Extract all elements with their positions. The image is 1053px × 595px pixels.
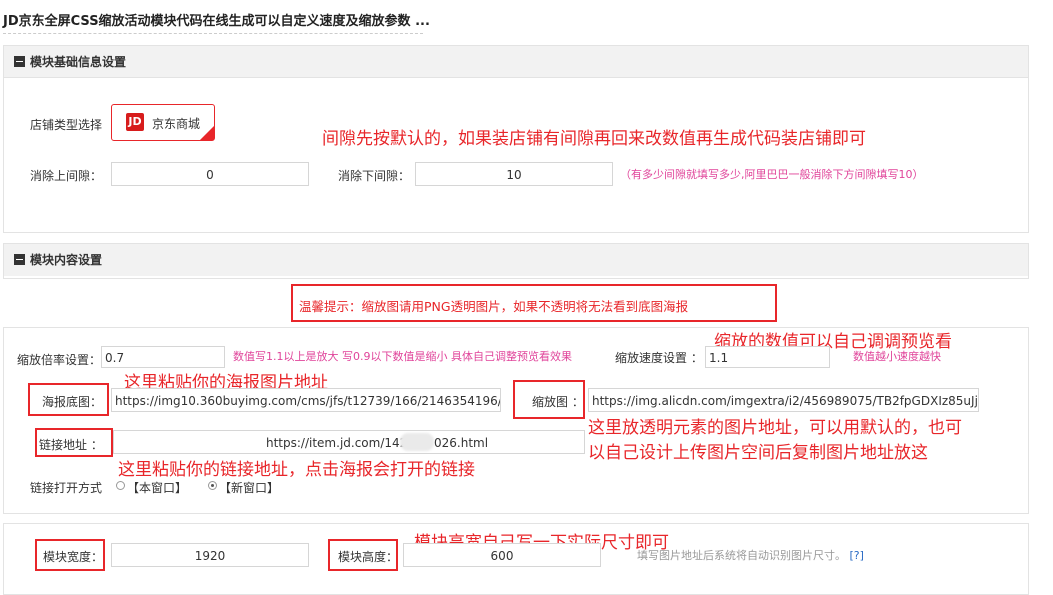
poster-url-input[interactable]: https://img10.360buyimg.com/cms/jfs/t127… xyxy=(111,388,501,412)
collapse-icon[interactable] xyxy=(14,254,25,265)
speed-label: 缩放速度设置 ： xyxy=(615,351,703,365)
content-settings-panel: 模块内容设置 xyxy=(3,243,1029,279)
tip-text: 温馨提示：缩放图请用PNG透明图片，如果不透明将无法看到底图海报 xyxy=(299,299,689,314)
zoom-note-line2: 以自己设计上传图片空间后复制图片地址放这 xyxy=(588,443,928,463)
zoom-label-box: 缩放图 ： xyxy=(513,380,585,419)
redacted-blur xyxy=(400,433,434,451)
link-url-input[interactable]: https://item.jd.com/142 026.html xyxy=(113,430,585,454)
width-input[interactable]: 1920 xyxy=(111,543,309,567)
content-settings-heading: 模块内容设置 xyxy=(30,253,103,267)
shop-option-jd[interactable]: JD 京东商城 xyxy=(111,104,215,141)
shop-option-label: 京东商城 xyxy=(152,117,201,131)
height-label: 模块高度： xyxy=(338,550,399,564)
speed-input[interactable]: 1.1 xyxy=(705,346,830,368)
shop-type-label: 店铺类型选择 xyxy=(30,118,103,132)
open-new-label[interactable]: 【新窗口】 xyxy=(219,479,279,496)
zoom-label: 缩放图 ： xyxy=(532,395,584,409)
selected-check-icon xyxy=(200,126,214,140)
open-self-label[interactable]: 【本窗口】 xyxy=(127,479,187,496)
size-hint-text: 填写图片地址后系统将自动识别图片尺寸。 xyxy=(637,549,846,562)
link-label-box: 链接地址 ： xyxy=(35,428,113,457)
width-label-box: 模块宽度： xyxy=(35,539,105,571)
link-url-right: 026.html xyxy=(434,436,489,450)
height-label-box: 模块高度： xyxy=(328,539,398,571)
link-label: 链接地址 ： xyxy=(39,438,103,452)
gap-top-label: 消除上间隙： xyxy=(30,169,103,183)
gap-bottom-label: 消除下间隙： xyxy=(338,169,411,183)
gap-bottom-input[interactable]: 10 xyxy=(415,162,613,186)
basic-settings-header[interactable]: 模块基础信息设置 xyxy=(4,46,1028,78)
collapse-icon[interactable] xyxy=(14,56,25,67)
jd-logo-icon: JD xyxy=(126,113,144,131)
scale-input[interactable]: 0.7 xyxy=(101,346,225,368)
link-note: 这里粘贴你的链接地址，点击海报会打开的链接 xyxy=(118,460,475,480)
size-hint: 填写图片地址后系统将自动识别图片尺寸。 [?] xyxy=(637,547,864,563)
content-settings-header[interactable]: 模块内容设置 xyxy=(4,244,1028,276)
link-url-left: https://item.jd.com/142 xyxy=(266,436,408,450)
basic-settings-heading: 模块基础信息设置 xyxy=(30,55,127,69)
zoom-url-input[interactable]: https://img.alicdn.com/imgextra/i2/45698… xyxy=(588,388,979,412)
width-label: 模块宽度： xyxy=(43,550,104,564)
poster-label: 海报底图： xyxy=(42,395,103,409)
height-input[interactable]: 600 xyxy=(403,543,601,567)
open-mode-label: 链接打开方式 xyxy=(30,481,103,495)
speed-hint: 数值越小速度越快 xyxy=(853,350,941,363)
zoom-note-line1: 这里放透明元素的图片地址，可以用默认的，也可 xyxy=(588,418,962,438)
scale-label: 缩放倍率设置： xyxy=(17,353,102,367)
gap-top-input[interactable]: 0 xyxy=(111,162,309,186)
scale-hint: 数值写1.1以上是放大 写0.9以下数值是缩小 具体自己调整预览看效果 xyxy=(233,350,572,363)
help-link[interactable]: [?] xyxy=(850,549,864,562)
title-divider xyxy=(3,33,423,34)
open-self-radio[interactable] xyxy=(116,481,125,490)
page-title: JD京东全屏CSS缩放活动模块代码在线生成可以自定义速度及缩放参数 ... xyxy=(3,14,430,29)
tip-box: 温馨提示：缩放图请用PNG透明图片，如果不透明将无法看到底图海报 xyxy=(291,284,777,322)
open-new-radio[interactable] xyxy=(208,481,217,490)
gap-note: 间隙先按默认的，如果装店铺有间隙再回来改数值再生成代码装店铺即可 xyxy=(322,129,866,149)
gap-hint: （有多少间隙就填写多少,阿里巴巴一般消除下方间隙填写10） xyxy=(620,168,924,181)
poster-label-box: 海报底图： xyxy=(28,383,109,416)
